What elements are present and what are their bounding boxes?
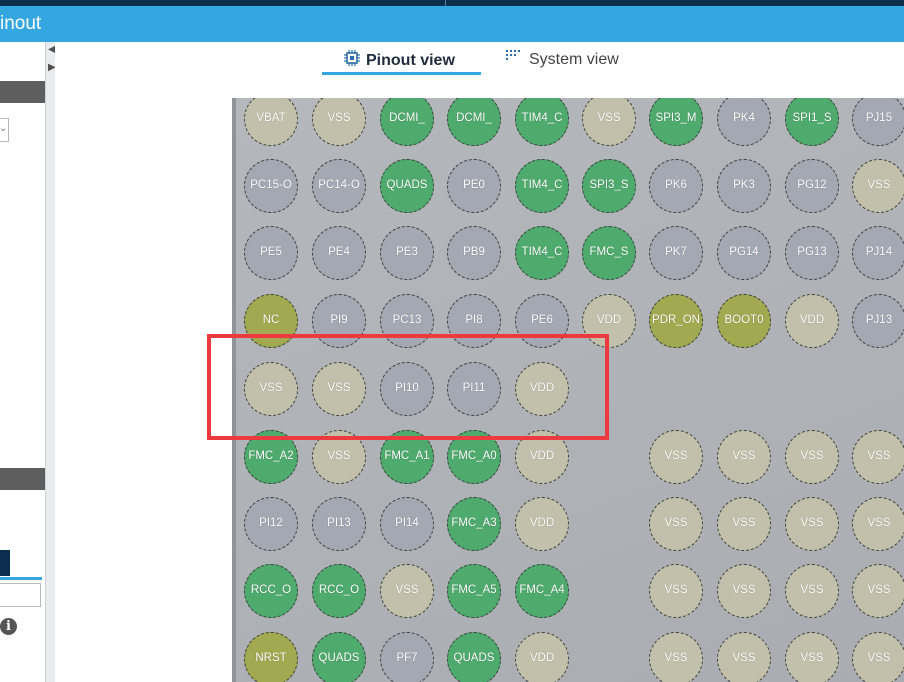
pin-6-1[interactable]: PI13 (312, 497, 366, 551)
pin-1-2[interactable]: QUADS (380, 159, 434, 213)
pin-7-6[interactable]: VSS (649, 564, 703, 618)
left-panel-dropdown[interactable]: ⌄ (0, 118, 9, 142)
pin-6-0[interactable]: PI12 (244, 497, 298, 551)
left-panel-selected-tab[interactable] (0, 550, 10, 576)
tab-label: Pinout view (366, 52, 455, 70)
pin-2-7[interactable]: PG14 (717, 226, 771, 280)
pin-1-5[interactable]: SPI3_S (582, 159, 636, 213)
pin-1-4[interactable]: TIM4_C (515, 159, 569, 213)
chip-icon (344, 50, 360, 72)
tab-label: System view (529, 51, 619, 69)
left-panel-section-band (0, 468, 45, 490)
pin-7-7[interactable]: VSS (717, 564, 771, 618)
pin-1-9[interactable]: VSS (852, 159, 904, 213)
pin-6-9[interactable]: VSS (852, 497, 904, 551)
pin-5-7[interactable]: VSS (717, 430, 771, 484)
pin-2-0[interactable]: PE5 (244, 226, 298, 280)
pin-2-2[interactable]: PE3 (380, 226, 434, 280)
pin-6-2[interactable]: PI14 (380, 497, 434, 551)
pin-0-6[interactable]: SPI3_M (649, 98, 703, 146)
pin-6-6[interactable]: VSS (649, 497, 703, 551)
perspective-title: inout (0, 13, 42, 34)
pin-0-3[interactable]: DCMI_ (447, 98, 501, 146)
active-tab-underline (322, 72, 481, 75)
panel-splitter[interactable]: ◀ ▶ (45, 42, 56, 682)
pin-1-1[interactable]: PC14-O (312, 159, 366, 213)
left-panel-tab-underline (0, 577, 42, 580)
pin-0-2[interactable]: DCMI_ (380, 98, 434, 146)
pin-3-9[interactable]: PJ13 (852, 294, 904, 348)
chevron-down-icon: ⌄ (0, 123, 8, 134)
pin-7-0[interactable]: RCC_O (244, 564, 298, 618)
pin-6-3[interactable]: FMC_A3 (447, 497, 501, 551)
info-icon[interactable]: i (0, 618, 17, 635)
system-grid-icon (506, 50, 523, 70)
pin-5-8[interactable]: VSS (785, 430, 839, 484)
pin-2-5[interactable]: FMC_S (582, 226, 636, 280)
pin-0-8[interactable]: SPI1_S (785, 98, 839, 146)
pin-7-1[interactable]: RCC_O (312, 564, 366, 618)
pin-6-8[interactable]: VSS (785, 497, 839, 551)
pin-8-9[interactable]: VSS (852, 632, 904, 682)
pin-1-7[interactable]: PK3 (717, 159, 771, 213)
pin-3-7[interactable]: BOOT0 (717, 294, 771, 348)
pin-7-8[interactable]: VSS (785, 564, 839, 618)
pin-1-0[interactable]: PC15-O (244, 159, 298, 213)
pin-6-7[interactable]: VSS (717, 497, 771, 551)
pin-2-6[interactable]: PK7 (649, 226, 703, 280)
pin-2-4[interactable]: TIM4_C (515, 226, 569, 280)
pin-2-8[interactable]: PG13 (785, 226, 839, 280)
pin-7-4[interactable]: FMC_A4 (515, 564, 569, 618)
pin-8-2[interactable]: PF7 (380, 632, 434, 682)
pin-8-1[interactable]: QUADS (312, 632, 366, 682)
pin-2-9[interactable]: PJ14 (852, 226, 904, 280)
pin-8-0[interactable]: NRST (244, 632, 298, 682)
pin-0-9[interactable]: PJ15 (852, 98, 904, 146)
pin-1-3[interactable]: PE0 (447, 159, 501, 213)
view-tabs: Pinout view System view (55, 42, 904, 98)
highlight-box (207, 334, 609, 440)
pin-7-9[interactable]: VSS (852, 564, 904, 618)
pin-1-6[interactable]: PK6 (649, 159, 703, 213)
pin-8-8[interactable]: VSS (785, 632, 839, 682)
pin-7-3[interactable]: FMC_A5 (447, 564, 501, 618)
left-panel-header-band (0, 81, 45, 103)
pin-7-2[interactable]: VSS (380, 564, 434, 618)
pin-0-4[interactable]: TIM4_C (515, 98, 569, 146)
pin-0-7[interactable]: PK4 (717, 98, 771, 146)
tab-system-view[interactable]: System view (506, 50, 619, 78)
pin-3-6[interactable]: PDR_ON (649, 294, 703, 348)
left-panel: ⌄ i (0, 42, 45, 682)
pin-6-4[interactable]: VDD (515, 497, 569, 551)
pin-0-0[interactable]: VBAT (244, 98, 298, 146)
pin-8-7[interactable]: VSS (717, 632, 771, 682)
pin-2-1[interactable]: PE4 (312, 226, 366, 280)
pin-8-3[interactable]: QUADS (447, 632, 501, 682)
pin-0-5[interactable]: VSS (582, 98, 636, 146)
pin-3-8[interactable]: VDD (785, 294, 839, 348)
pin-1-8[interactable]: PG12 (785, 159, 839, 213)
pin-5-6[interactable]: VSS (649, 430, 703, 484)
pin-8-4[interactable]: VDD (515, 632, 569, 682)
perspective-title-bar: inout (0, 6, 904, 42)
pin-0-1[interactable]: VSS (312, 98, 366, 146)
pin-8-6[interactable]: VSS (649, 632, 703, 682)
left-panel-search-input[interactable] (0, 583, 41, 607)
pin-5-9[interactable]: VSS (852, 430, 904, 484)
pin-2-3[interactable]: PB9 (447, 226, 501, 280)
